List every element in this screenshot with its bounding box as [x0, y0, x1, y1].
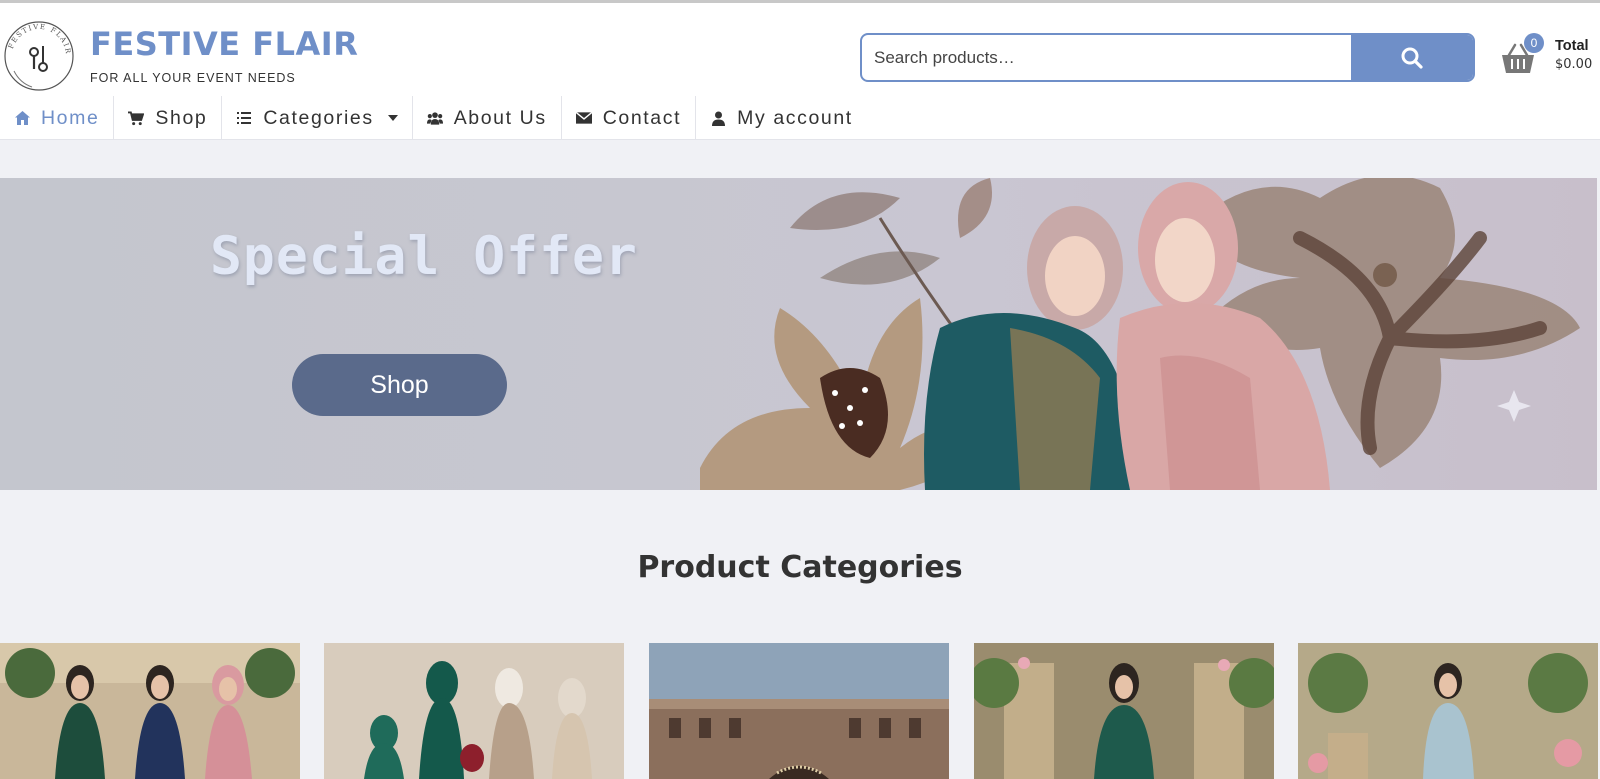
search-icon — [1401, 47, 1423, 69]
banner-shop-button[interactable]: Shop — [292, 354, 507, 416]
nav-account[interactable]: My account — [696, 96, 867, 140]
banner-image — [700, 178, 1580, 490]
category-card[interactable] — [974, 643, 1274, 779]
brand-name[interactable]: FESTIVE FLAIR — [90, 25, 358, 63]
category-card[interactable] — [324, 643, 624, 779]
nav-contact-label: Contact — [602, 106, 682, 129]
tagline: FOR ALL YOUR EVENT NEEDS — [90, 71, 296, 85]
category-image — [0, 643, 300, 779]
users-icon — [426, 111, 443, 125]
cart-total-label: Total — [1555, 38, 1589, 54]
logo-text: FESTIVE FLAIR — [7, 23, 71, 56]
cart-count-badge: 0 — [1524, 33, 1544, 53]
category-image — [324, 643, 624, 779]
envelope-icon — [575, 112, 592, 124]
category-image — [974, 643, 1274, 779]
home-icon — [14, 111, 30, 125]
cart-total-value: $0.00 — [1555, 57, 1593, 72]
main-nav: Home Shop Categories About Us Contact My… — [0, 96, 867, 140]
nav-account-label: My account — [737, 106, 853, 129]
site-header: FESTIVE FLAIR FESTIVE FLAIR FOR ALL YOUR… — [0, 3, 1600, 140]
search-input[interactable] — [862, 35, 1352, 80]
cart-icon — [128, 110, 145, 126]
user-icon — [710, 111, 726, 126]
category-image — [1298, 643, 1598, 779]
search-bar — [860, 33, 1475, 82]
nav-shop-label: Shop — [155, 106, 208, 129]
nav-contact[interactable]: Contact — [562, 96, 697, 140]
list-icon — [236, 112, 252, 124]
nav-about-label: About Us — [453, 106, 547, 129]
category-card[interactable] — [649, 643, 949, 779]
nav-home[interactable]: Home — [0, 96, 115, 140]
nav-shop[interactable]: Shop — [114, 96, 223, 140]
category-card[interactable] — [0, 643, 300, 779]
banner-title: Special Offer — [210, 226, 638, 287]
nav-about[interactable]: About Us — [413, 96, 562, 140]
product-categories-title: Product Categories — [637, 550, 963, 585]
hero-banner: Special Offer Shop — [0, 178, 1597, 490]
caret-down-icon — [387, 115, 398, 121]
logo[interactable]: FESTIVE FLAIR — [2, 19, 76, 93]
nav-categories[interactable]: Categories — [222, 96, 413, 140]
svg-text:FESTIVE FLAIR: FESTIVE FLAIR — [7, 23, 72, 56]
category-card[interactable] — [1298, 643, 1598, 779]
search-button[interactable] — [1351, 35, 1473, 80]
nav-home-label: Home — [41, 106, 100, 129]
category-image — [649, 643, 949, 779]
nav-categories-label: Categories — [263, 106, 374, 129]
